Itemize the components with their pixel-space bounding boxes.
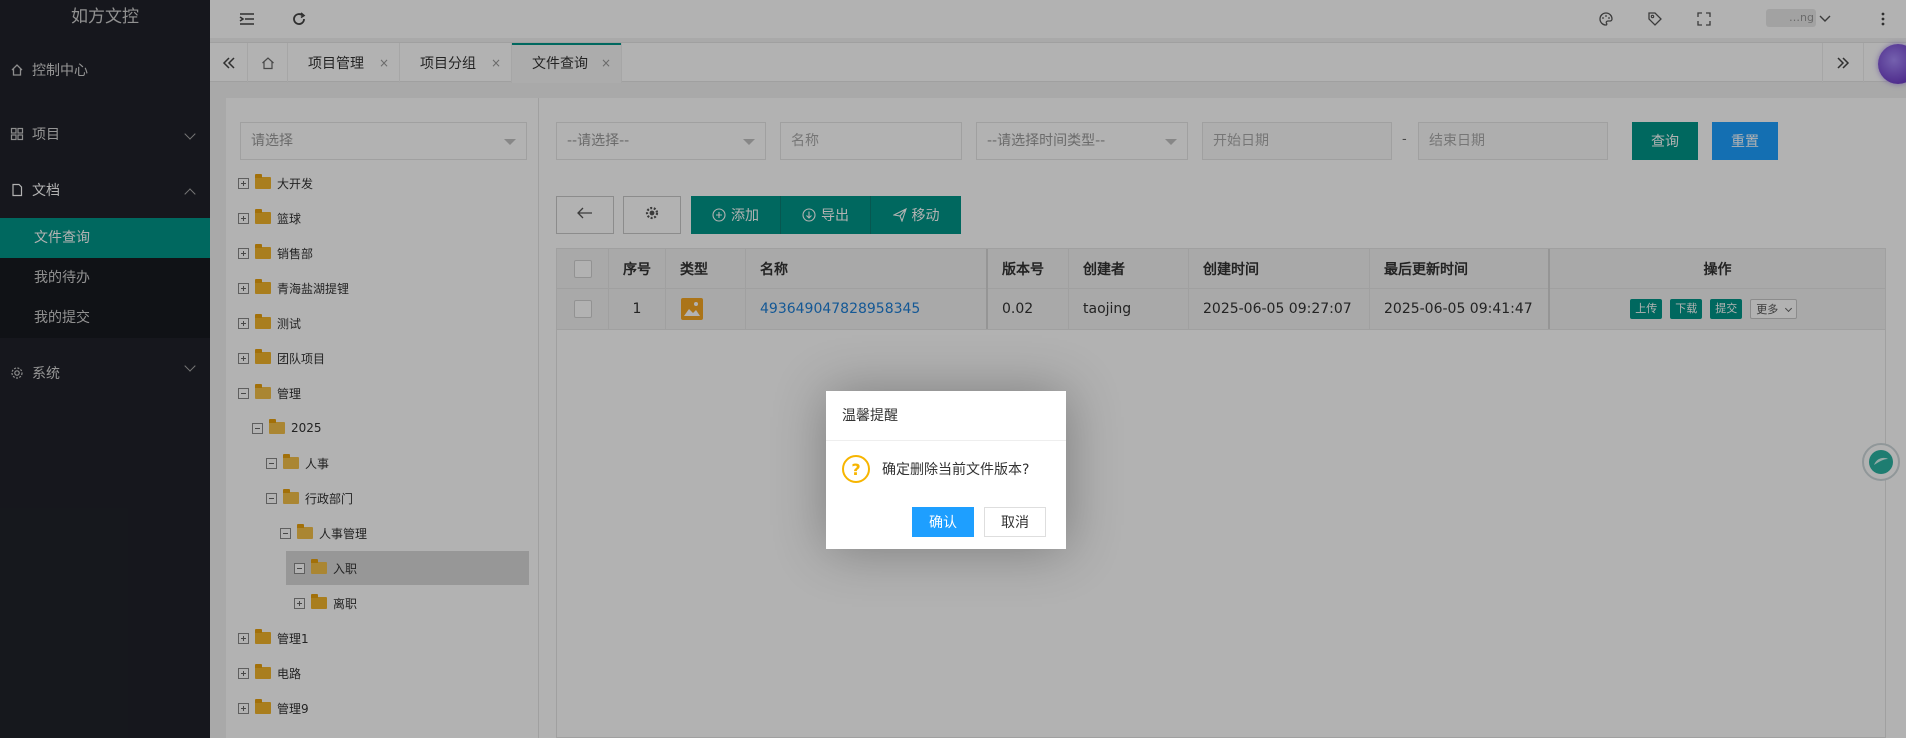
confirm-dialog: 温馨提醒 ? 确定删除当前文件版本? 确认 取消 — [826, 391, 1066, 549]
confirm-button[interactable]: 确认 — [912, 507, 974, 537]
question-icon: ? — [842, 455, 870, 483]
dialog-title: 温馨提醒 — [826, 391, 1066, 441]
dialog-body: ? 确定删除当前文件版本? — [842, 455, 1029, 483]
cancel-button[interactable]: 取消 — [984, 507, 1046, 537]
modal-overlay[interactable] — [0, 0, 1906, 738]
dialog-message: 确定删除当前文件版本? — [882, 462, 1030, 478]
